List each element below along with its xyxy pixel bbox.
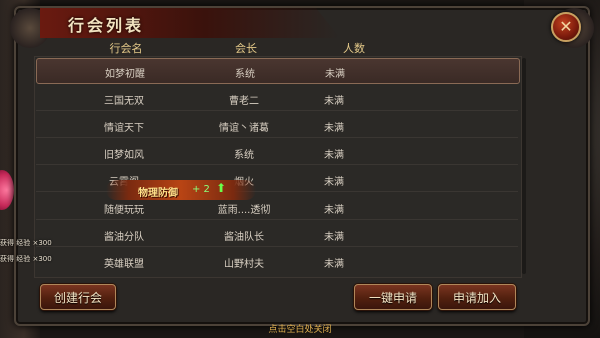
row-guild-name: 随便玩玩 <box>104 205 144 216</box>
row-count: 未满 <box>324 259 344 270</box>
table-row[interactable]: 酱油分队 酱油队长 未满 <box>36 222 518 247</box>
table-row[interactable]: 随便玩玩 蓝雨....透彻 未满 <box>36 195 518 220</box>
table-row[interactable]: 三国无双 曹老二 未满 <box>36 86 518 111</box>
window-title: 行会列表 <box>68 16 145 35</box>
row-leader: 山野村夫 <box>224 259 264 270</box>
table-header: 行会名 会长 人数 <box>34 40 520 56</box>
row-guild-name: 如梦初醒 <box>105 69 145 80</box>
row-guild-name: 三国无双 <box>104 96 144 107</box>
row-leader: 蓝雨....透彻 <box>217 205 271 216</box>
header-leader: 会长 <box>235 42 257 55</box>
header-guild-name: 行会名 <box>109 42 143 55</box>
table-scrollbar[interactable] <box>522 58 526 274</box>
close-hint[interactable]: 点击空白处关闭 <box>0 322 600 335</box>
table-row[interactable]: 情谊天下 情谊丶诸葛 未满 <box>36 113 518 138</box>
row-guild-name: 酱油分队 <box>104 232 144 243</box>
row-leader: 系统 <box>234 150 254 161</box>
row-leader: 情谊丶诸葛 <box>219 123 269 134</box>
close-button[interactable]: ✕ <box>551 12 581 42</box>
row-count: 未满 <box>324 205 344 216</box>
buff-value: + 2 <box>192 184 210 195</box>
quick-apply-button[interactable]: 一键申请 <box>354 284 432 310</box>
row-guild-name: 情谊天下 <box>104 123 144 134</box>
row-count: 未满 <box>324 150 344 161</box>
row-leader: 酱油队长 <box>224 232 264 243</box>
row-count: 未满 <box>324 96 344 107</box>
row-guild-name: 旧梦如风 <box>104 150 144 161</box>
up-arrow-icon: ⬆ <box>216 181 227 195</box>
table-row[interactable]: 如梦初醒 系统 未满 <box>36 58 520 84</box>
row-leader: 曹老二 <box>229 96 259 107</box>
row-guild-name: 英雄联盟 <box>104 259 144 270</box>
row-leader: 系统 <box>235 69 255 80</box>
row-count: 未满 <box>325 69 345 80</box>
exp-gain-note: 获得 经验 ×300 <box>0 239 52 247</box>
row-count: 未满 <box>324 232 344 243</box>
buff-popup <box>106 180 256 200</box>
table-row[interactable]: 旧梦如风 系统 未满 <box>36 140 518 165</box>
close-icon: ✕ <box>559 17 573 36</box>
row-count: 未满 <box>324 177 344 188</box>
row-count: 未满 <box>324 123 344 134</box>
exp-gain-note: 获得 经验 ×300 <box>0 255 52 263</box>
table-row[interactable]: 英雄联盟 山野村夫 未满 <box>36 249 518 273</box>
apply-join-button[interactable]: 申请加入 <box>438 284 516 310</box>
buff-label: 物理防御 <box>138 188 178 199</box>
header-member-count: 人数 <box>343 42 365 55</box>
create-guild-button[interactable]: 创建行会 <box>40 284 116 310</box>
